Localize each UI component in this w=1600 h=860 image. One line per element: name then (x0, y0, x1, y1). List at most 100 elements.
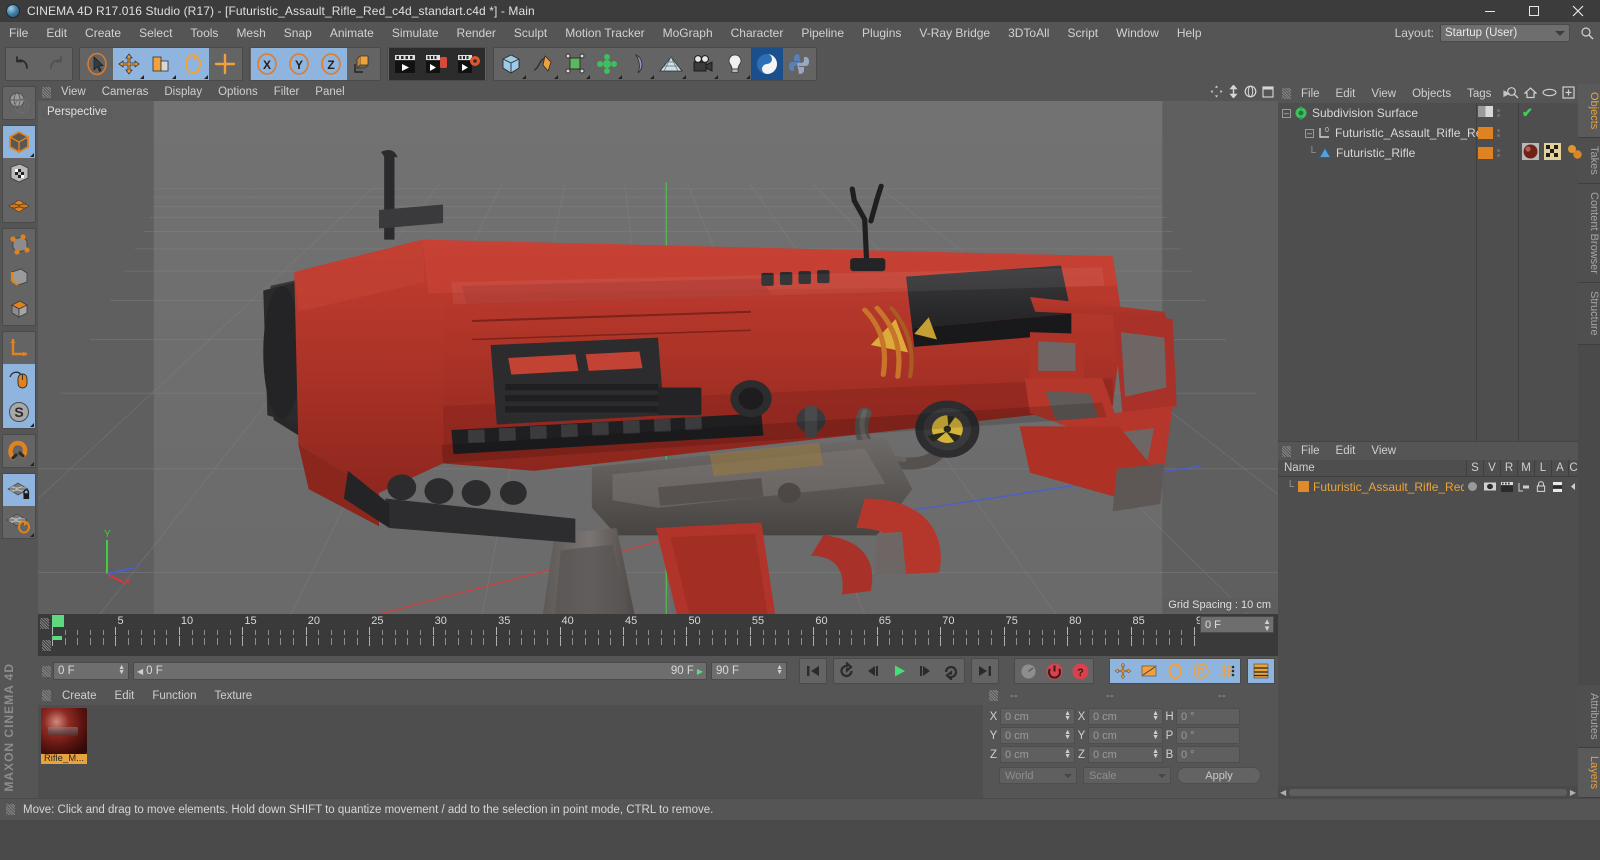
viewport-menu-view[interactable]: View (53, 84, 94, 101)
workplane-lock-tool[interactable] (3, 474, 35, 506)
z-axis-lock[interactable]: Z (315, 48, 347, 80)
object-menu-file[interactable]: File (1293, 88, 1328, 100)
tab-layers[interactable]: Layers (1578, 747, 1600, 798)
visibility-dots[interactable] (1497, 109, 1500, 117)
rotation-field-1[interactable]: 0 ° (1176, 727, 1240, 744)
play-backwards-button[interactable] (834, 659, 860, 683)
timeline-tick-band[interactable]: 051015202530354045505560657075808590 (52, 614, 1208, 636)
add-mograph-button[interactable] (591, 48, 623, 80)
tab-objects[interactable]: Objects (1578, 84, 1600, 139)
undo-button[interactable] (7, 48, 39, 80)
scroll-left-arrow-icon[interactable]: ◀ (1280, 788, 1286, 797)
world-object-coords[interactable] (347, 48, 379, 80)
layer-menu-edit[interactable]: Edit (1328, 445, 1364, 457)
expand-collapse-toggle[interactable]: – (1305, 128, 1314, 138)
coord-system-dropdown[interactable]: World (999, 767, 1077, 784)
visibility-dots[interactable] (1497, 129, 1500, 137)
layer-column-m[interactable]: M (1517, 459, 1534, 477)
position-field-0[interactable]: 0 cm ▲ ▼ (1000, 708, 1075, 725)
object-menu-tags[interactable]: Tags (1459, 88, 1499, 100)
axis-modify-tool[interactable] (3, 332, 35, 364)
menu-item-tools[interactable]: Tools (181, 22, 227, 44)
viewport-menu-filter[interactable]: Filter (266, 84, 308, 101)
layer-column-r[interactable]: R (1500, 459, 1517, 477)
material-list[interactable]: Rifle_M... (38, 705, 983, 798)
uv-mesh-tool[interactable] (3, 190, 35, 222)
render-view-button[interactable] (389, 48, 421, 80)
menu-item-snap[interactable]: Snap (275, 22, 321, 44)
go-to-end-button[interactable] (972, 659, 998, 683)
record-active-objects-button[interactable] (1041, 659, 1067, 683)
rotate-tool[interactable] (177, 48, 209, 80)
layer-color-swatch[interactable] (1298, 481, 1309, 492)
enable-axis-tool[interactable] (3, 364, 35, 396)
material-menu-create[interactable]: Create (53, 690, 106, 702)
menu-item-character[interactable]: Character (722, 22, 793, 44)
layer-column-c[interactable]: C (1568, 459, 1578, 477)
spinner-icon[interactable]: ▲ ▼ (776, 664, 783, 676)
home-icon[interactable] (1523, 86, 1538, 102)
points-mode-tool[interactable] (3, 229, 35, 261)
previous-frame-button[interactable] (860, 659, 886, 683)
eye-icon[interactable] (1542, 87, 1557, 101)
menu-item-3dtoall[interactable]: 3DToAll (999, 22, 1058, 44)
menu-item-script[interactable]: Script (1058, 22, 1107, 44)
tab-attributes[interactable]: Attributes (1578, 684, 1600, 748)
panel-grip-icon[interactable] (6, 804, 15, 815)
close-button[interactable] (1556, 0, 1600, 22)
material-menu-function[interactable]: Function (143, 690, 205, 702)
spinner-icon[interactable]: ▲ ▼ (1263, 618, 1271, 633)
panel-grip-icon[interactable] (42, 87, 51, 98)
material-tag-icon[interactable] (1522, 143, 1539, 163)
range-right-arrow-icon[interactable]: ▶ (697, 667, 703, 676)
layer-list-body[interactable] (1278, 496, 1578, 786)
enabled-check-icon[interactable]: ✔ (1522, 105, 1533, 121)
keyframe-selection-button[interactable]: ? (1067, 659, 1093, 683)
spinner-icon[interactable]: ▲ ▼ (1152, 710, 1159, 722)
menu-item-render[interactable]: Render (448, 22, 505, 44)
rotation-field-0[interactable]: 0 ° (1176, 708, 1240, 725)
transform-mode-dropdown[interactable]: Scale (1083, 767, 1171, 784)
spinner-icon[interactable]: ▲ ▼ (118, 664, 125, 676)
render-settings-button[interactable] (453, 48, 485, 80)
layout-dropdown[interactable]: Startup (User) (1440, 24, 1570, 42)
spinner-icon[interactable]: ▲ ▼ (1064, 729, 1071, 741)
autokeying-button[interactable] (1015, 659, 1041, 683)
panel-grip-icon[interactable] (42, 640, 51, 651)
menu-item-animate[interactable]: Animate (321, 22, 383, 44)
timeline-ruler[interactable]: 051015202530354045505560657075808590 0 F… (38, 614, 1278, 636)
search-icon[interactable] (1506, 86, 1519, 102)
rotation-key-button[interactable] (1162, 659, 1188, 683)
add-spline-button[interactable] (527, 48, 559, 80)
position-field-2[interactable]: 0 cm ▲ ▼ (1000, 746, 1075, 763)
menu-item-simulate[interactable]: Simulate (383, 22, 448, 44)
redo-button[interactable] (39, 48, 71, 80)
layer-column-l[interactable]: L (1534, 459, 1551, 477)
viewport-menu-panel[interactable]: Panel (307, 84, 352, 101)
viewport-menu-options[interactable]: Options (210, 84, 266, 101)
menu-item-create[interactable]: Create (76, 22, 130, 44)
object-menu-view[interactable]: View (1363, 88, 1404, 100)
tab-content-browser[interactable]: Content Browser (1578, 184, 1600, 283)
zoom-view-icon[interactable] (1228, 84, 1239, 101)
material-swatch[interactable]: Rifle_M... (41, 708, 87, 764)
start-frame-field[interactable]: 0 F ▲ ▼ (53, 662, 129, 680)
position-key-button[interactable] (1110, 659, 1136, 683)
expand-collapse-toggle[interactable]: – (1282, 108, 1291, 118)
menu-item-mesh[interactable]: Mesh (227, 22, 274, 44)
menu-item-mograph[interactable]: MoGraph (654, 22, 722, 44)
tab-structure[interactable]: Structure (1578, 282, 1600, 345)
menu-item-plugins[interactable]: Plugins (853, 22, 910, 44)
scroll-thumb[interactable] (1289, 788, 1567, 796)
menu-item-file[interactable]: File (0, 22, 37, 44)
snap-tool[interactable] (3, 435, 35, 467)
minimize-button[interactable] (1468, 0, 1512, 22)
layer-color-toggle[interactable] (1566, 482, 1578, 491)
add-layer-icon[interactable] (1562, 86, 1575, 102)
maximize-view-icon[interactable] (1262, 85, 1274, 101)
render-region-button[interactable] (421, 48, 453, 80)
spinner-icon[interactable]: ▲ ▼ (1064, 710, 1071, 722)
layer-visible-toggle[interactable] (1481, 482, 1498, 491)
size-field-1[interactable]: 0 cm ▲ ▼ (1088, 727, 1163, 744)
layer-lock-toggle[interactable] (1532, 481, 1549, 492)
